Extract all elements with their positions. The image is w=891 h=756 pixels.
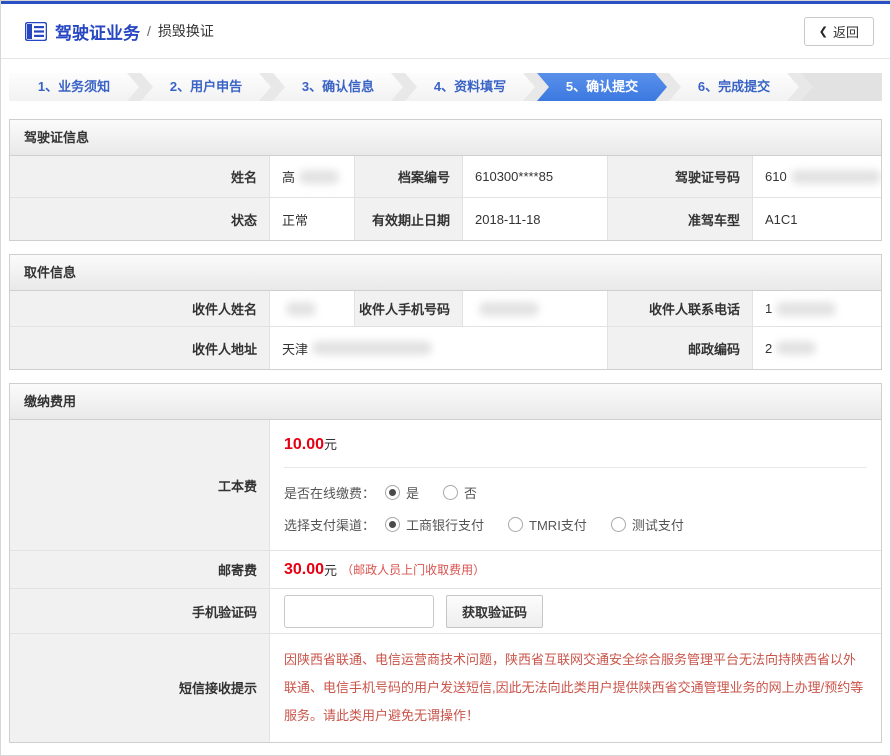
vehicle-class-label: 准驾车型 bbox=[608, 198, 753, 240]
breadcrumb-separator: / bbox=[147, 23, 151, 39]
sms-notice-text: 因陕西省联通、电信运营商技术问题，陕西省互联网交通安全综合服务管理平台无法向持陕… bbox=[270, 634, 881, 742]
card-fee-amount-line: 10.00元 bbox=[284, 434, 867, 454]
redaction-blur bbox=[286, 302, 316, 316]
postage-fee-note: （邮政人员上门收取费用） bbox=[341, 561, 485, 578]
channel-tmri-option[interactable]: TMRI支付 bbox=[508, 515, 587, 534]
postage-fee-row: 邮寄费 30.00元 （邮政人员上门收取费用） bbox=[10, 551, 881, 589]
step-1-business-notice[interactable]: 1、业务须知 bbox=[9, 73, 139, 101]
step-2-user-declaration[interactable]: 2、用户申告 bbox=[141, 73, 271, 101]
recipient-mobile-value bbox=[463, 291, 608, 326]
license-info-section-title: 驾驶证信息 bbox=[10, 120, 881, 156]
recipient-address-label: 收件人地址 bbox=[10, 327, 270, 369]
postage-fee-unit: 元 bbox=[324, 560, 337, 579]
online-payment-question: 是否在线缴费： bbox=[284, 483, 375, 502]
sms-notice-label: 短信接收提示 bbox=[10, 634, 270, 742]
card-fee-amount: 10.00 bbox=[284, 436, 324, 453]
chevron-left-icon: ❮ bbox=[819, 25, 828, 38]
postal-code-value: 2 bbox=[753, 327, 881, 369]
get-sms-code-button[interactable]: 获取验证码 bbox=[446, 595, 543, 628]
name-value: 高 bbox=[270, 156, 355, 197]
recipient-address-value: 天津 bbox=[270, 327, 608, 369]
sms-notice-row: 短信接收提示 因陕西省联通、电信运营商技术问题，陕西省互联网交通安全综合服务管理… bbox=[10, 634, 881, 742]
sms-code-cell: 获取验证码 bbox=[270, 589, 881, 633]
channel-icbc-option[interactable]: 工商银行支付 bbox=[385, 515, 484, 534]
sms-code-row: 手机验证码 获取验证码 bbox=[10, 589, 881, 634]
back-button[interactable]: ❮ 返回 bbox=[804, 17, 874, 46]
payment-channel-question-row: 选择支付渠道： 工商银行支付 TMRI支付 测试支付 bbox=[284, 515, 867, 534]
redaction-blur bbox=[479, 302, 539, 316]
license-number-label: 驾驶证号码 bbox=[608, 156, 753, 197]
recipient-phone-value: 1 bbox=[753, 291, 881, 326]
step-wizard: 1、业务须知 2、用户申告 3、确认信息 4、资料填写 5、确认提交 6、完成提… bbox=[9, 73, 882, 101]
pickup-info-section-title: 取件信息 bbox=[10, 255, 881, 291]
postage-fee-cell: 30.00元 （邮政人员上门收取费用） bbox=[270, 551, 881, 588]
pickup-info-section: 取件信息 收件人姓名 收件人手机号码 收件人联系电话 1 收件人地址 天津 邮政… bbox=[9, 254, 882, 370]
name-label: 姓名 bbox=[10, 156, 270, 197]
sms-code-label: 手机验证码 bbox=[10, 589, 270, 633]
recipient-name-label: 收件人姓名 bbox=[10, 291, 270, 326]
channel-test-label: 测试支付 bbox=[632, 515, 684, 534]
step-5-confirm-submit[interactable]: 5、确认提交 bbox=[537, 73, 667, 101]
postal-code-label: 邮政编码 bbox=[608, 327, 753, 369]
payment-channel-question: 选择支付渠道： bbox=[284, 515, 375, 534]
radio-unselected-icon[interactable] bbox=[443, 485, 458, 500]
step-3-confirm-info[interactable]: 3、确认信息 bbox=[273, 73, 403, 101]
page-container: 驾驶证业务 / 损毁换证 ❮ 返回 1、业务须知 2、用户申告 3、确认信息 4… bbox=[0, 0, 891, 756]
channel-test-option[interactable]: 测试支付 bbox=[611, 515, 684, 534]
table-row: 收件人姓名 收件人手机号码 收件人联系电话 1 bbox=[10, 291, 881, 327]
expiry-date-label: 有效期止日期 bbox=[355, 198, 463, 240]
radio-unselected-icon[interactable] bbox=[611, 517, 626, 532]
vehicle-class-value: A1C1 bbox=[753, 198, 881, 240]
radio-selected-icon[interactable] bbox=[385, 517, 400, 532]
channel-tmri-label: TMRI支付 bbox=[529, 515, 587, 534]
fee-divider bbox=[284, 467, 867, 468]
redaction-blur bbox=[299, 170, 339, 184]
card-fee-cell: 10.00元 是否在线缴费： 是 否 选择支付渠道： bbox=[270, 420, 881, 550]
sms-code-input[interactable] bbox=[284, 595, 434, 628]
online-yes-label: 是 bbox=[406, 483, 419, 502]
redaction-blur bbox=[776, 302, 836, 316]
online-no-option[interactable]: 否 bbox=[443, 483, 477, 502]
redaction-blur bbox=[776, 341, 816, 355]
app-title: 驾驶证业务 bbox=[55, 19, 140, 44]
table-row: 状态 正常 有效期止日期 2018-11-18 准驾车型 A1C1 bbox=[10, 198, 881, 240]
channel-icbc-label: 工商银行支付 bbox=[406, 515, 484, 534]
recipient-name-value bbox=[270, 291, 355, 326]
postage-fee-label: 邮寄费 bbox=[10, 551, 270, 588]
header: 驾驶证业务 / 损毁换证 ❮ 返回 bbox=[1, 4, 890, 59]
license-services-icon bbox=[25, 22, 47, 41]
radio-unselected-icon[interactable] bbox=[508, 517, 523, 532]
step-6-complete-submit[interactable]: 6、完成提交 bbox=[669, 73, 799, 101]
step-bar-filler bbox=[801, 73, 882, 101]
expiry-date-value: 2018-11-18 bbox=[463, 198, 608, 240]
back-button-label: 返回 bbox=[833, 22, 859, 41]
payment-section: 缴纳费用 工本费 10.00元 是否在线缴费： 是 否 bbox=[9, 383, 882, 743]
breadcrumb-page-title: 损毁换证 bbox=[158, 21, 214, 41]
postage-fee-amount: 30.00 bbox=[284, 561, 324, 579]
table-row: 收件人地址 天津 邮政编码 2 bbox=[10, 327, 881, 369]
online-payment-question-row: 是否在线缴费： 是 否 bbox=[284, 483, 867, 502]
card-fee-unit: 元 bbox=[324, 437, 337, 452]
online-no-label: 否 bbox=[464, 483, 477, 502]
card-fee-row: 工本费 10.00元 是否在线缴费： 是 否 bbox=[10, 420, 881, 551]
file-number-value: 610300****85 bbox=[463, 156, 608, 197]
redaction-blur bbox=[312, 341, 432, 355]
status-value: 正常 bbox=[270, 198, 355, 240]
license-number-value: 610 bbox=[753, 156, 881, 197]
radio-selected-icon[interactable] bbox=[385, 485, 400, 500]
license-info-section: 驾驶证信息 姓名 高 档案编号 610300****85 驾驶证号码 610 状… bbox=[9, 119, 882, 241]
payment-section-title: 缴纳费用 bbox=[10, 384, 881, 420]
file-number-label: 档案编号 bbox=[355, 156, 463, 197]
online-yes-option[interactable]: 是 bbox=[385, 483, 419, 502]
redaction-blur bbox=[791, 170, 881, 184]
table-row: 姓名 高 档案编号 610300****85 驾驶证号码 610 bbox=[10, 156, 881, 198]
step-4-fill-data[interactable]: 4、资料填写 bbox=[405, 73, 535, 101]
recipient-mobile-label: 收件人手机号码 bbox=[355, 291, 463, 326]
card-fee-label: 工本费 bbox=[10, 420, 270, 550]
status-label: 状态 bbox=[10, 198, 270, 240]
recipient-phone-label: 收件人联系电话 bbox=[608, 291, 753, 326]
